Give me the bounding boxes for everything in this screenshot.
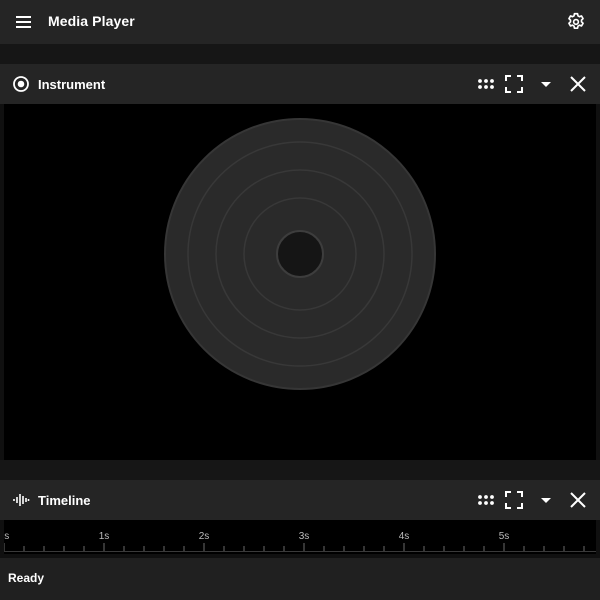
ruler-tick-label: 0s xyxy=(4,531,9,542)
settings-icon[interactable] xyxy=(565,11,587,33)
ruler-tick-label: 4s xyxy=(399,531,410,542)
instrument-panel-header: Instrument xyxy=(0,64,600,104)
close-icon[interactable] xyxy=(568,490,588,510)
menu-icon[interactable] xyxy=(14,13,34,31)
timeline-ruler[interactable]: 0s 1s 2s 3s 4s 5s xyxy=(4,520,596,554)
status-text: Ready xyxy=(8,571,45,585)
waveform-icon xyxy=(13,494,30,506)
spacer xyxy=(0,44,600,64)
fullscreen-icon[interactable] xyxy=(504,490,524,510)
dropdown-arrow-icon[interactable] xyxy=(536,74,556,94)
instrument-record-icon xyxy=(13,76,29,92)
instrument-panel-title: Instrument xyxy=(38,77,106,92)
drag-handle-icon[interactable] xyxy=(476,490,496,510)
drag-handle-icon[interactable] xyxy=(476,74,496,94)
close-icon[interactable] xyxy=(568,74,588,94)
ruler-tick-label: 5s xyxy=(499,531,510,542)
timeline-panel-header: Timeline xyxy=(0,480,600,520)
app-title: Media Player xyxy=(48,13,135,29)
app-bar: Media Player xyxy=(0,0,600,44)
ruler-tick-label: 2s xyxy=(199,531,210,542)
fullscreen-icon[interactable] xyxy=(504,74,524,94)
status-bar: Ready xyxy=(0,558,600,600)
ruler-tick-label: 1s xyxy=(99,531,110,542)
ruler-tick-label: 3s xyxy=(299,531,310,542)
spacer xyxy=(0,460,600,480)
timeline-ruler-scale: 0s 1s 2s 3s 4s 5s xyxy=(4,531,596,552)
speaker-disc-graphic xyxy=(164,118,436,390)
dropdown-arrow-icon[interactable] xyxy=(536,490,556,510)
timeline-panel-title: Timeline xyxy=(38,493,91,508)
instrument-view[interactable] xyxy=(4,104,596,460)
